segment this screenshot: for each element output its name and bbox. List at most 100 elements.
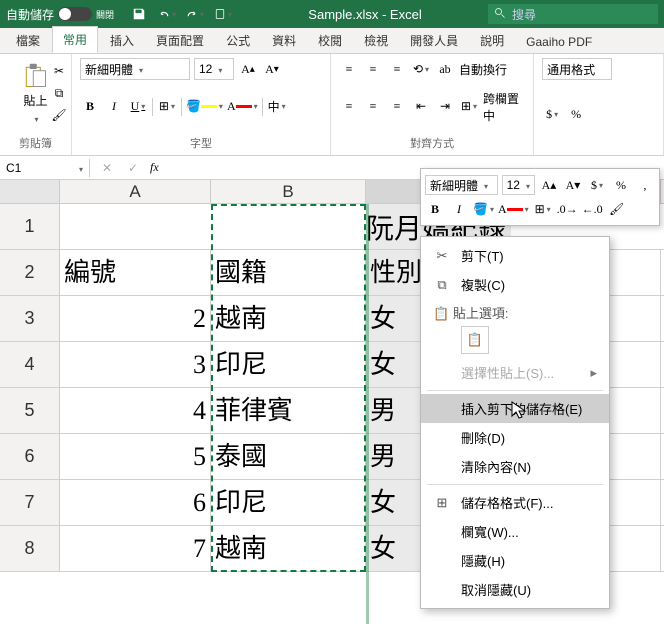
cell-B8[interactable]: 越南	[211, 526, 366, 571]
cell-A2[interactable]: 編號	[60, 250, 211, 295]
phonetic-button[interactable]: 中	[267, 96, 287, 118]
ctx-format-cells[interactable]: ⊞儲存格格式(F)...	[421, 488, 609, 517]
row-header-1[interactable]: 1	[0, 204, 60, 249]
cell-A8[interactable]: 7	[60, 526, 211, 571]
tab-formulas[interactable]: 公式	[216, 28, 260, 53]
tab-help[interactable]: 說明	[470, 28, 514, 53]
cell-B6[interactable]: 泰國	[211, 434, 366, 479]
mini-bold-button[interactable]: B	[425, 198, 445, 220]
percent-icon[interactable]: %	[566, 104, 586, 126]
ctx-unhide[interactable]: 取消隱藏(U)	[421, 575, 609, 604]
tab-gaaiho[interactable]: Gaaiho PDF	[516, 31, 602, 53]
wrap-text-button[interactable]: ab	[435, 58, 455, 80]
touch-mode-icon[interactable]	[214, 5, 232, 23]
cell-B1[interactable]	[211, 204, 366, 249]
cell-A3[interactable]: 2	[60, 296, 211, 341]
row-header-8[interactable]: 8	[0, 526, 60, 571]
mini-decimal-dec-icon[interactable]: ←.0	[582, 198, 603, 220]
border-button[interactable]: ⊞	[157, 96, 177, 118]
cell-B4[interactable]: 印尼	[211, 342, 366, 387]
row-header-7[interactable]: 7	[0, 480, 60, 525]
cancel-edit-icon[interactable]: ✕	[98, 159, 116, 177]
mini-border-icon[interactable]: ⊞	[533, 198, 553, 220]
decrease-font-icon[interactable]: A▾	[262, 58, 282, 80]
cell-A6[interactable]: 5	[60, 434, 211, 479]
ctx-delete[interactable]: 刪除(D)	[421, 423, 609, 452]
tab-home[interactable]: 常用	[52, 26, 98, 53]
mini-font-size[interactable]: 12	[502, 175, 535, 195]
align-middle-icon[interactable]: ≡	[363, 58, 383, 80]
cell-A4[interactable]: 3	[60, 342, 211, 387]
ctx-clear-contents[interactable]: 清除內容(N)	[421, 452, 609, 481]
cell-B5[interactable]: 菲律賓	[211, 388, 366, 433]
mini-decimal-inc-icon[interactable]: .0→	[557, 198, 578, 220]
font-name-combo[interactable]: 新細明體	[80, 58, 190, 80]
undo-icon[interactable]	[158, 5, 176, 23]
tab-pagelayout[interactable]: 頁面配置	[146, 28, 214, 53]
row-header-5[interactable]: 5	[0, 388, 60, 433]
fx-icon[interactable]: fx	[150, 160, 159, 175]
autosave-toggle[interactable]: 自動儲存 關閉	[0, 6, 120, 23]
orientation-icon[interactable]: ⟲	[411, 58, 431, 80]
align-top-icon[interactable]: ≡	[339, 58, 359, 80]
align-left-icon[interactable]: ≡	[339, 96, 359, 118]
mini-decrease-font-icon[interactable]: A▾	[563, 174, 583, 196]
mini-comma-icon[interactable]: ,	[635, 174, 655, 196]
row-header-2[interactable]: 2	[0, 250, 60, 295]
search-box[interactable]: 搜尋	[488, 4, 658, 24]
font-size-combo[interactable]: 12	[194, 58, 234, 80]
cell-B2[interactable]: 國籍	[211, 250, 366, 295]
tab-file[interactable]: 檔案	[6, 28, 50, 53]
mini-font-color-icon[interactable]: A	[498, 198, 529, 220]
row-header-3[interactable]: 3	[0, 296, 60, 341]
cell-B7[interactable]: 印尼	[211, 480, 366, 525]
mini-font-name[interactable]: 新細明體	[425, 175, 498, 195]
save-icon[interactable]	[130, 5, 148, 23]
cell-A1[interactable]	[60, 204, 211, 249]
align-bottom-icon[interactable]: ≡	[387, 58, 407, 80]
bold-button[interactable]: B	[80, 96, 100, 118]
paste-option-default[interactable]: 📋	[461, 326, 489, 354]
tab-data[interactable]: 資料	[262, 28, 306, 53]
mini-format-painter-icon[interactable]: 🖌	[607, 198, 627, 220]
align-center-icon[interactable]: ≡	[363, 96, 383, 118]
increase-font-icon[interactable]: A▴	[238, 58, 258, 80]
tab-insert[interactable]: 插入	[100, 28, 144, 53]
autosave-switch-icon[interactable]	[58, 7, 92, 21]
mini-increase-font-icon[interactable]: A▴	[539, 174, 559, 196]
tab-developer[interactable]: 開發人員	[400, 28, 468, 53]
mini-percent-icon[interactable]: %	[611, 174, 631, 196]
font-color-button[interactable]: A	[227, 96, 258, 118]
copy-icon[interactable]: ⧉	[50, 84, 68, 102]
name-box[interactable]: C1	[0, 159, 90, 177]
cut-icon[interactable]: ✂	[50, 62, 68, 80]
select-all-corner[interactable]	[0, 180, 60, 203]
ctx-insert-cut-cells[interactable]: 插入剪下的儲存格(E)	[421, 394, 609, 423]
row-header-6[interactable]: 6	[0, 434, 60, 479]
cell-A5[interactable]: 4	[60, 388, 211, 433]
ctx-column-width[interactable]: 欄寬(W)...	[421, 517, 609, 546]
indent-decrease-icon[interactable]: ⇤	[411, 96, 431, 118]
tab-view[interactable]: 檢視	[354, 28, 398, 53]
mini-currency-icon[interactable]: $	[587, 174, 607, 196]
confirm-edit-icon[interactable]: ✓	[124, 159, 142, 177]
redo-icon[interactable]	[186, 5, 204, 23]
number-format-combo[interactable]: 通用格式	[542, 58, 612, 80]
cell-A7[interactable]: 6	[60, 480, 211, 525]
col-header-A[interactable]: A	[60, 180, 211, 203]
mini-italic-button[interactable]: I	[449, 198, 469, 220]
currency-icon[interactable]: $	[542, 104, 562, 126]
tab-review[interactable]: 校閱	[308, 28, 352, 53]
ctx-hide[interactable]: 隱藏(H)	[421, 546, 609, 575]
italic-button[interactable]: I	[104, 96, 124, 118]
underline-button[interactable]: U	[128, 96, 148, 118]
merge-center-button[interactable]: ⊞	[459, 96, 479, 118]
indent-increase-icon[interactable]: ⇥	[435, 96, 455, 118]
fill-color-button[interactable]: 🪣	[186, 96, 223, 118]
ctx-cut[interactable]: ✂剪下(T)	[421, 241, 609, 270]
format-painter-icon[interactable]: 🖌	[50, 106, 68, 124]
mini-fill-color-icon[interactable]: 🪣	[473, 198, 494, 220]
ctx-copy[interactable]: ⧉複製(C)	[421, 270, 609, 299]
row-header-4[interactable]: 4	[0, 342, 60, 387]
col-header-B[interactable]: B	[211, 180, 366, 203]
